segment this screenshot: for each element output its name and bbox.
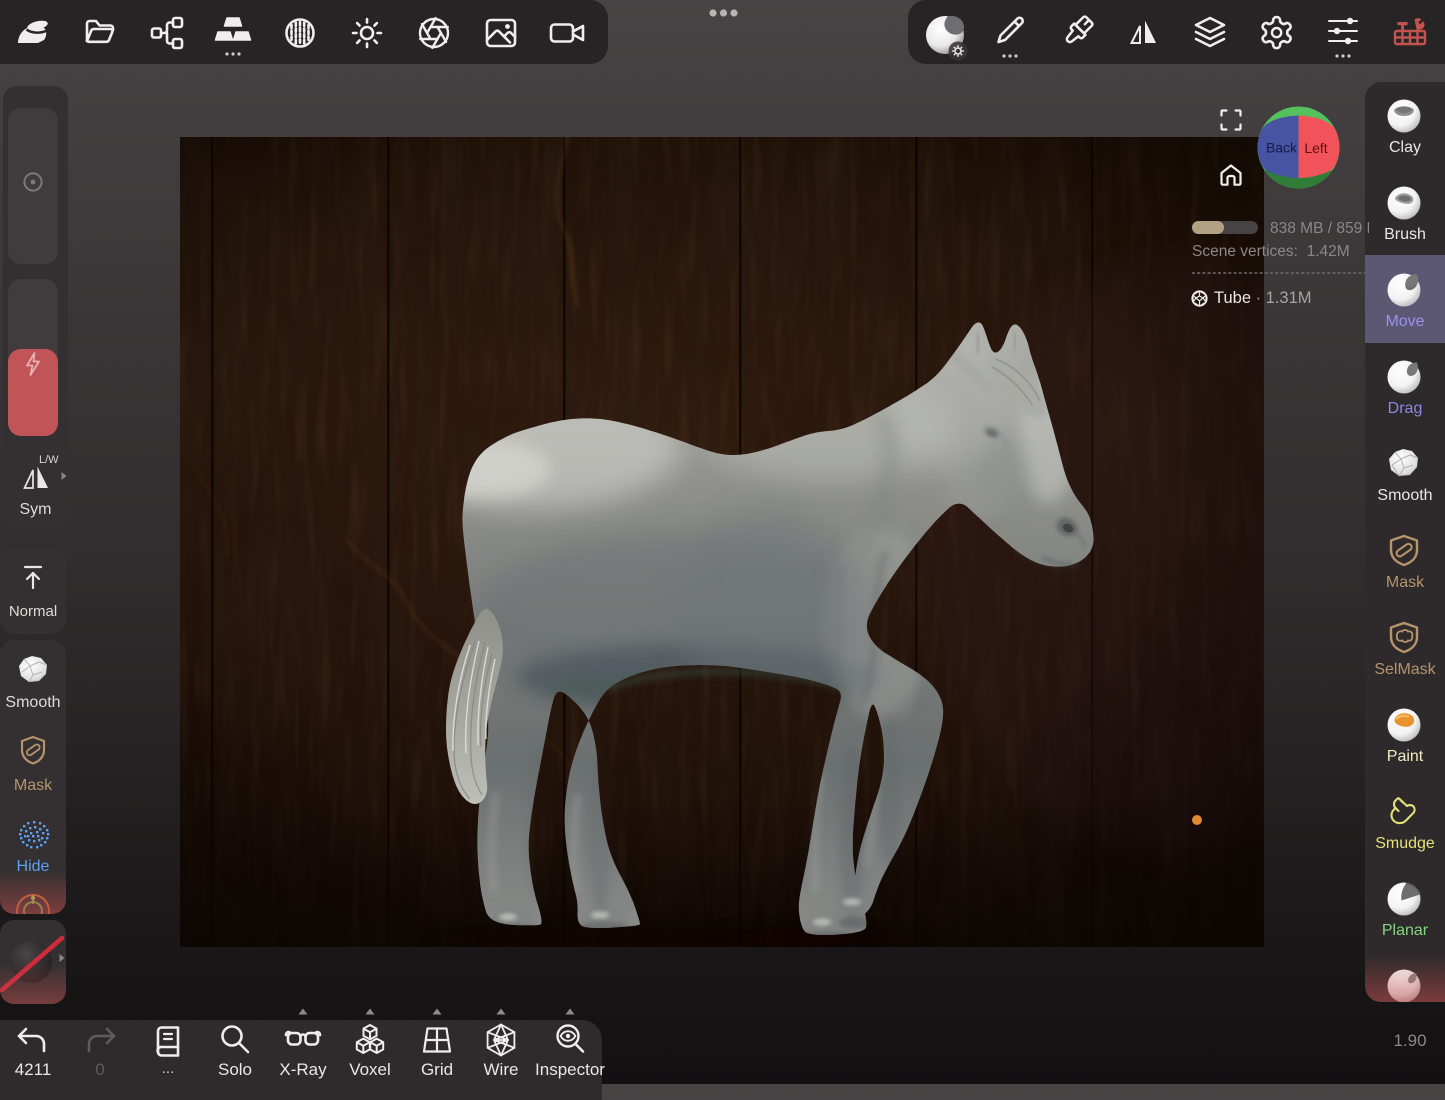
svg-text:Back: Back — [1266, 140, 1298, 156]
svg-text:Left: Left — [1304, 140, 1327, 156]
